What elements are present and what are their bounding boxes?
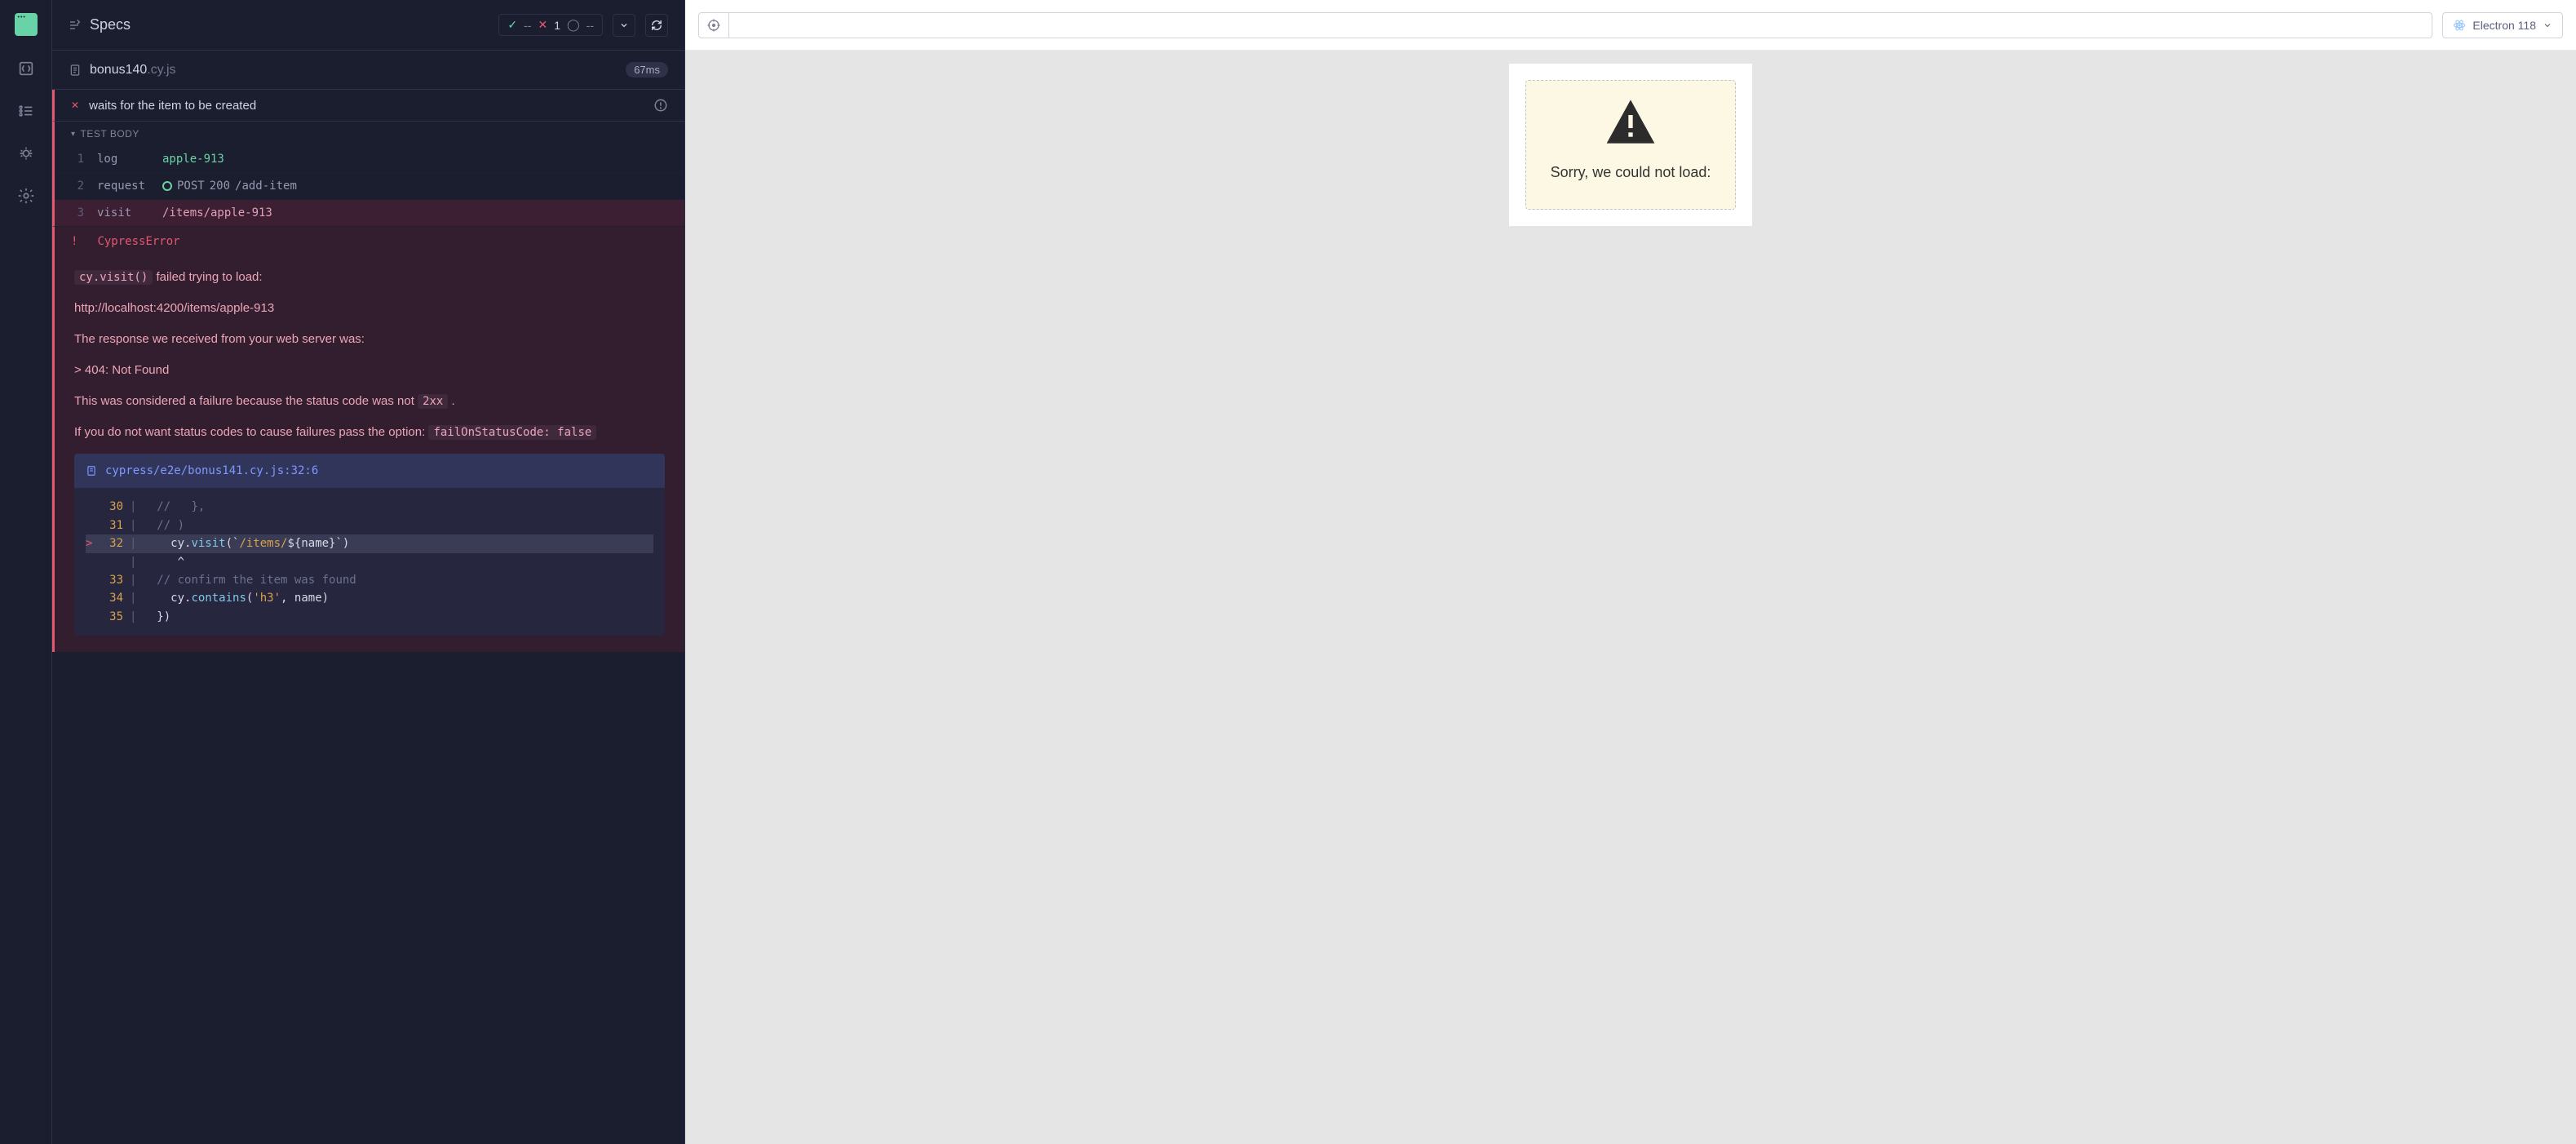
browser-bar: Electron 118 <box>685 0 2576 51</box>
chevron-down-icon: ▾ <box>71 130 76 139</box>
reporter-header: Specs ✓ -- ✕ 1 ◯ -- <box>52 0 684 51</box>
sidebar <box>0 0 52 1144</box>
stack-trace-header[interactable]: cypress/e2e/bonus141.cy.js:32:6 <box>74 454 665 488</box>
error-url: http://localhost:4200/items/apple-913 <box>74 299 665 318</box>
passed-count: -- <box>524 19 531 32</box>
test-title: waits for the item to be created <box>89 99 256 113</box>
cmd-number: 2 <box>71 180 84 193</box>
settings-nav-icon[interactable] <box>16 186 36 206</box>
command-list: 1 log apple-913 2 request POST 200 /add-… <box>52 146 684 652</box>
spec-header[interactable]: bonus140.cy.js 67ms <box>52 51 684 90</box>
file-icon <box>69 64 82 77</box>
cmd-args: /items/apple-913 <box>162 206 272 219</box>
rerun-button[interactable] <box>645 14 668 37</box>
stats-box: ✓ -- ✕ 1 ◯ -- <box>498 14 603 36</box>
spec-duration: 67ms <box>626 62 668 78</box>
error-card: Sorry, we could not load: <box>1525 80 1736 210</box>
pending-icon: ◯ <box>567 18 580 32</box>
request-badge: POST 200 /add-item <box>162 180 297 193</box>
spec-filename: bonus140.cy.js <box>90 63 176 78</box>
preview-message: Sorry, we could not load: <box>1539 164 1722 181</box>
cmd-number: 3 <box>71 206 84 219</box>
page-title: Specs <box>90 16 131 33</box>
file-icon <box>86 465 97 477</box>
code-cy-visit: cy.visit() <box>74 270 153 285</box>
warning-icon[interactable] <box>653 98 668 113</box>
stack-location: cypress/e2e/bonus141.cy.js:32:6 <box>105 462 318 480</box>
stack-trace-body: 30| // }, 31| // )>32| cy.visit(`/items/… <box>74 488 665 636</box>
pending-count: -- <box>586 19 594 32</box>
test-title-row[interactable]: ✕ waits for the item to be created <box>52 90 684 122</box>
status-circle-icon <box>162 181 172 191</box>
error-type-row: ! CypressError <box>52 227 684 256</box>
test-body-label: TEST BODY <box>81 128 139 140</box>
specs-nav-icon[interactable] <box>16 59 36 78</box>
failed-count: 1 <box>554 19 560 32</box>
command-row[interactable]: 1 log apple-913 <box>55 146 684 173</box>
reporter-panel: Specs ✓ -- ✕ 1 ◯ -- bonus140.cy.js 67m <box>52 0 685 1144</box>
fail-icon: ✕ <box>71 100 79 111</box>
command-row-failed[interactable]: 3 visit /items/apple-913 <box>52 200 684 227</box>
chevron-down-button[interactable] <box>613 14 635 37</box>
aut-panel: Electron 118 Sorry, we could not load: <box>685 0 2576 1144</box>
cmd-number: 1 <box>71 153 84 166</box>
chevron-down-icon <box>2543 20 2552 30</box>
error-status: > 404: Not Found <box>74 361 665 380</box>
command-row[interactable]: 2 request POST 200 /add-item <box>55 173 684 200</box>
debug-nav-icon[interactable] <box>16 144 36 163</box>
cmd-name: log <box>97 153 149 166</box>
error-type: CypressError <box>97 235 179 248</box>
browser-selector[interactable]: Electron 118 <box>2442 12 2563 38</box>
cmd-name: visit <box>97 206 149 219</box>
runs-nav-icon[interactable] <box>16 101 36 121</box>
cypress-logo[interactable] <box>15 13 38 36</box>
warning-triangle-icon <box>1539 97 1722 153</box>
test-stats: ✓ -- ✕ 1 ◯ -- <box>498 14 668 37</box>
cmd-args: apple-913 <box>162 153 224 166</box>
cmd-name: request <box>97 180 149 193</box>
aut-preview: Sorry, we could not load: <box>685 51 2576 1144</box>
collapse-icon[interactable] <box>69 19 82 32</box>
error-response-label: The response we received from your web s… <box>74 330 665 349</box>
error-message: cy.visit() failed trying to load: http:/… <box>52 256 684 652</box>
browser-name: Electron 118 <box>2472 19 2536 32</box>
error-bang-icon: ! <box>71 235 77 248</box>
electron-icon <box>2453 19 2466 32</box>
passed-icon: ✓ <box>507 18 517 32</box>
url-input[interactable] <box>729 12 2432 38</box>
preview-frame: Sorry, we could not load: <box>1509 64 1752 226</box>
test-body-section[interactable]: ▾ TEST BODY <box>52 122 684 146</box>
failed-icon: ✕ <box>538 18 547 32</box>
selector-playground-button[interactable] <box>698 12 729 38</box>
